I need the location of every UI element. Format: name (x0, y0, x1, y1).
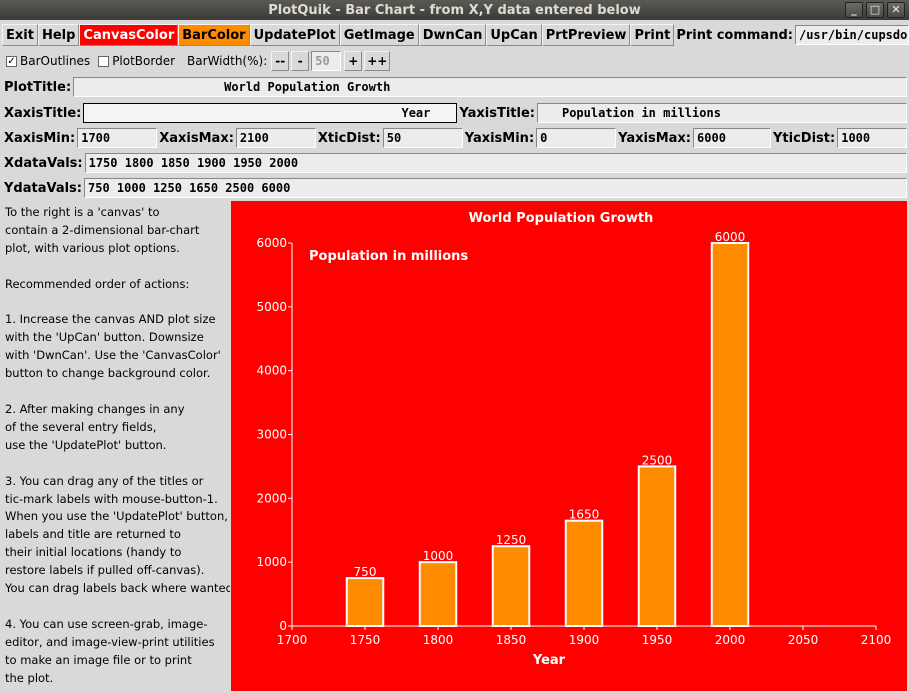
print-button[interactable]: Print (630, 24, 675, 46)
bar-color-button[interactable]: BarColor (178, 24, 250, 46)
bar-width-input[interactable]: 50 (311, 51, 342, 71)
bar (710, 242, 750, 627)
plot-title-label: PlotTitle: (4, 79, 72, 95)
yaxis-max-label: YaxisMax: (618, 130, 692, 146)
bar (345, 577, 385, 627)
bar-width-inc-big-button[interactable]: ++ (364, 51, 391, 71)
empty-checkbox-icon (98, 55, 110, 67)
bar (564, 519, 604, 627)
prt-preview-button[interactable]: PrtPreview (541, 24, 631, 46)
checkmark-icon: ✓ (6, 55, 17, 67)
bar (491, 545, 531, 628)
dwn-can-button[interactable]: DwnCan (418, 24, 487, 46)
x-tick-label[interactable]: 1900 (569, 633, 600, 647)
bar-value-label: 1000 (423, 549, 454, 563)
bar-value-label: 6000 (715, 230, 746, 244)
x-tick-label[interactable]: 1950 (642, 633, 673, 647)
xaxis-max-input[interactable]: 2100 (235, 128, 316, 148)
ytic-dist-label: YticDist: (773, 130, 836, 146)
ytic-dist-input[interactable]: 1000 (837, 128, 907, 148)
chart-ylabel[interactable]: Population in millions (309, 249, 468, 264)
yaxis-title-input[interactable]: Population in millions (536, 103, 907, 123)
window-titlebar: PlotQuik - Bar Chart - from X,Y data ent… (0, 0, 909, 20)
yaxis-min-input[interactable]: 0 (536, 128, 617, 148)
yaxis-max-input[interactable]: 6000 (693, 128, 772, 148)
xdata-row: XdataVals: 1750 1800 1850 1900 1950 2000 (2, 152, 907, 174)
xaxis-max-label: XaxisMax: (159, 130, 234, 146)
xdata-input[interactable]: 1750 1800 1850 1900 1950 2000 (84, 153, 907, 173)
x-tick-label[interactable]: 1700 (277, 633, 308, 647)
plot-title-row: PlotTitle: World Population Growth (2, 76, 907, 98)
bar-width-dec-button[interactable]: - (291, 51, 310, 71)
xaxis-title-input[interactable]: Year (83, 103, 458, 123)
bar (637, 465, 677, 627)
ydata-row: YdataVals: 750 1000 1250 1650 2500 6000 (2, 177, 907, 199)
options-row: ✓ BarOutlines PlotBorder BarWidth(%): --… (2, 50, 392, 72)
chart-title[interactable]: World Population Growth (469, 211, 654, 226)
xdata-label: XdataVals: (4, 155, 83, 171)
x-tick-label[interactable]: 2100 (861, 633, 892, 647)
x-tick-label[interactable]: 2000 (715, 633, 746, 647)
axis-titles-row: XaxisTitle: Year YaxisTitle: Population … (2, 101, 907, 125)
help-button[interactable]: Help (37, 24, 80, 46)
help-text: To the right is a 'canvas' to contain a … (5, 205, 230, 685)
maximize-icon[interactable]: □ (866, 2, 884, 18)
xaxis-title-label: XaxisTitle: (4, 105, 82, 121)
toolbar: Exit Help CanvasColor BarColor UpdatePlo… (2, 23, 909, 47)
y-tick-label[interactable]: 3000 (256, 428, 287, 442)
chart-bars: 750 1000 1250 1650 2500 6000 (345, 230, 750, 628)
xtic-dist-label: XticDist: (317, 130, 381, 146)
xtic-dist-input[interactable]: 50 (382, 128, 463, 148)
x-tick-label[interactable]: 2050 (788, 633, 819, 647)
plot-title-input[interactable]: World Population Growth (73, 77, 907, 97)
window-title: PlotQuik - Bar Chart - from X,Y data ent… (268, 2, 641, 18)
update-plot-button[interactable]: UpdatePlot (249, 24, 340, 46)
y-tick-label[interactable]: 1000 (256, 555, 287, 569)
bar-chart: World Population Growth Population in mi… (256, 211, 892, 668)
print-command-label: Print command: (676, 27, 793, 43)
yaxis-title-label: YaxisTitle: (459, 105, 535, 121)
ydata-label: YdataVals: (4, 180, 82, 196)
plot-border-label: PlotBorder (112, 54, 176, 68)
minimize-icon[interactable]: _ (845, 2, 863, 18)
axis-ranges-row: XaxisMin: 1700 XaxisMax: 2100 XticDist: … (2, 127, 907, 149)
bar-width-inc-button[interactable]: + (344, 51, 363, 71)
canvas-color-button[interactable]: CanvasColor (79, 24, 179, 46)
bar-outlines-checkbox[interactable]: ✓ BarOutlines (2, 51, 94, 71)
plot-canvas[interactable]: World Population Growth Population in mi… (231, 201, 907, 691)
ydata-input[interactable]: 750 1000 1250 1650 2500 6000 (84, 178, 907, 198)
y-tick-label[interactable]: 5000 (256, 300, 287, 314)
x-tick-label[interactable]: 1850 (496, 633, 527, 647)
bar-value-label: 1250 (496, 533, 527, 547)
y-tick-label[interactable]: 0 (279, 619, 287, 633)
get-image-button[interactable]: GetImage (339, 24, 419, 46)
print-command-input[interactable]: /usr/bin/cupsdoprint -P E (794, 25, 909, 45)
x-tick-label[interactable]: 1800 (423, 633, 454, 647)
bar-width-dec-big-button[interactable]: -- (271, 51, 290, 71)
bar-value-label: 1650 (569, 508, 600, 522)
y-tick-label[interactable]: 6000 (256, 236, 287, 250)
bar-outlines-label: BarOutlines (20, 54, 91, 68)
plot-border-checkbox[interactable]: PlotBorder (94, 51, 179, 71)
xaxis-min-label: XaxisMin: (4, 130, 76, 146)
bar (418, 561, 458, 627)
close-icon[interactable]: ✕ (887, 2, 905, 18)
x-tick-label[interactable]: 1750 (350, 633, 381, 647)
bar-value-label: 2500 (642, 453, 673, 467)
xaxis-min-input[interactable]: 1700 (77, 128, 158, 148)
y-tick-label[interactable]: 2000 (256, 491, 287, 505)
yaxis-min-label: YaxisMin: (464, 130, 535, 146)
chart-xlabel[interactable]: Year (532, 653, 566, 668)
up-can-button[interactable]: UpCan (486, 24, 542, 46)
bar-value-label: 750 (354, 565, 377, 579)
exit-button[interactable]: Exit (2, 24, 38, 46)
bar-width-label: BarWidth(%): (187, 54, 268, 68)
y-tick-label[interactable]: 4000 (256, 364, 287, 378)
